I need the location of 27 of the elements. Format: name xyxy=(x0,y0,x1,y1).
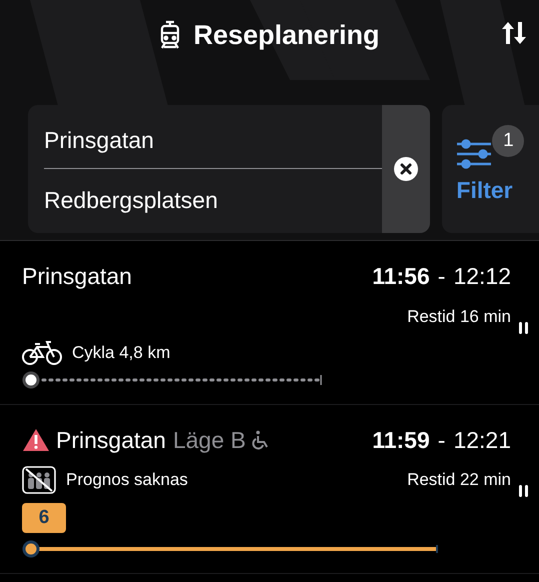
clear-icon xyxy=(394,157,418,181)
time-separator: - xyxy=(438,262,446,291)
stop-name: Prinsgatan xyxy=(22,262,132,291)
to-field[interactable]: Redbergsplatsen xyxy=(44,169,382,232)
arrival-time: 12:12 xyxy=(453,262,511,291)
swap-button[interactable] xyxy=(501,20,527,46)
departure-time: 11:59 xyxy=(372,426,430,454)
platform-label: Läge B xyxy=(172,426,246,455)
pause-icon xyxy=(518,485,528,497)
clear-button[interactable] xyxy=(382,105,430,233)
tram-icon xyxy=(159,20,182,50)
filter-count-badge: 1 xyxy=(492,125,524,157)
page-title: Reseplanering xyxy=(193,18,380,52)
arrival-time: 12:21 xyxy=(453,426,511,454)
stop-name: Prinsgatan xyxy=(56,426,166,455)
swap-icon xyxy=(501,20,527,46)
travel-time: Restid 16 min xyxy=(407,306,511,328)
filter-button[interactable]: Filter 1 xyxy=(442,105,539,233)
bicycle-icon xyxy=(22,340,62,366)
bike-distance: Cykla 4,8 km xyxy=(72,342,170,364)
line-badge: 6 xyxy=(22,503,66,533)
crowding-text: Prognos saknas xyxy=(66,469,188,492)
pause-icon xyxy=(518,322,528,334)
travel-time: Restid 22 min xyxy=(407,469,511,492)
time-separator: - xyxy=(438,426,446,454)
crowding-unknown-icon xyxy=(22,466,56,494)
departure-time: 11:56 xyxy=(372,262,430,291)
